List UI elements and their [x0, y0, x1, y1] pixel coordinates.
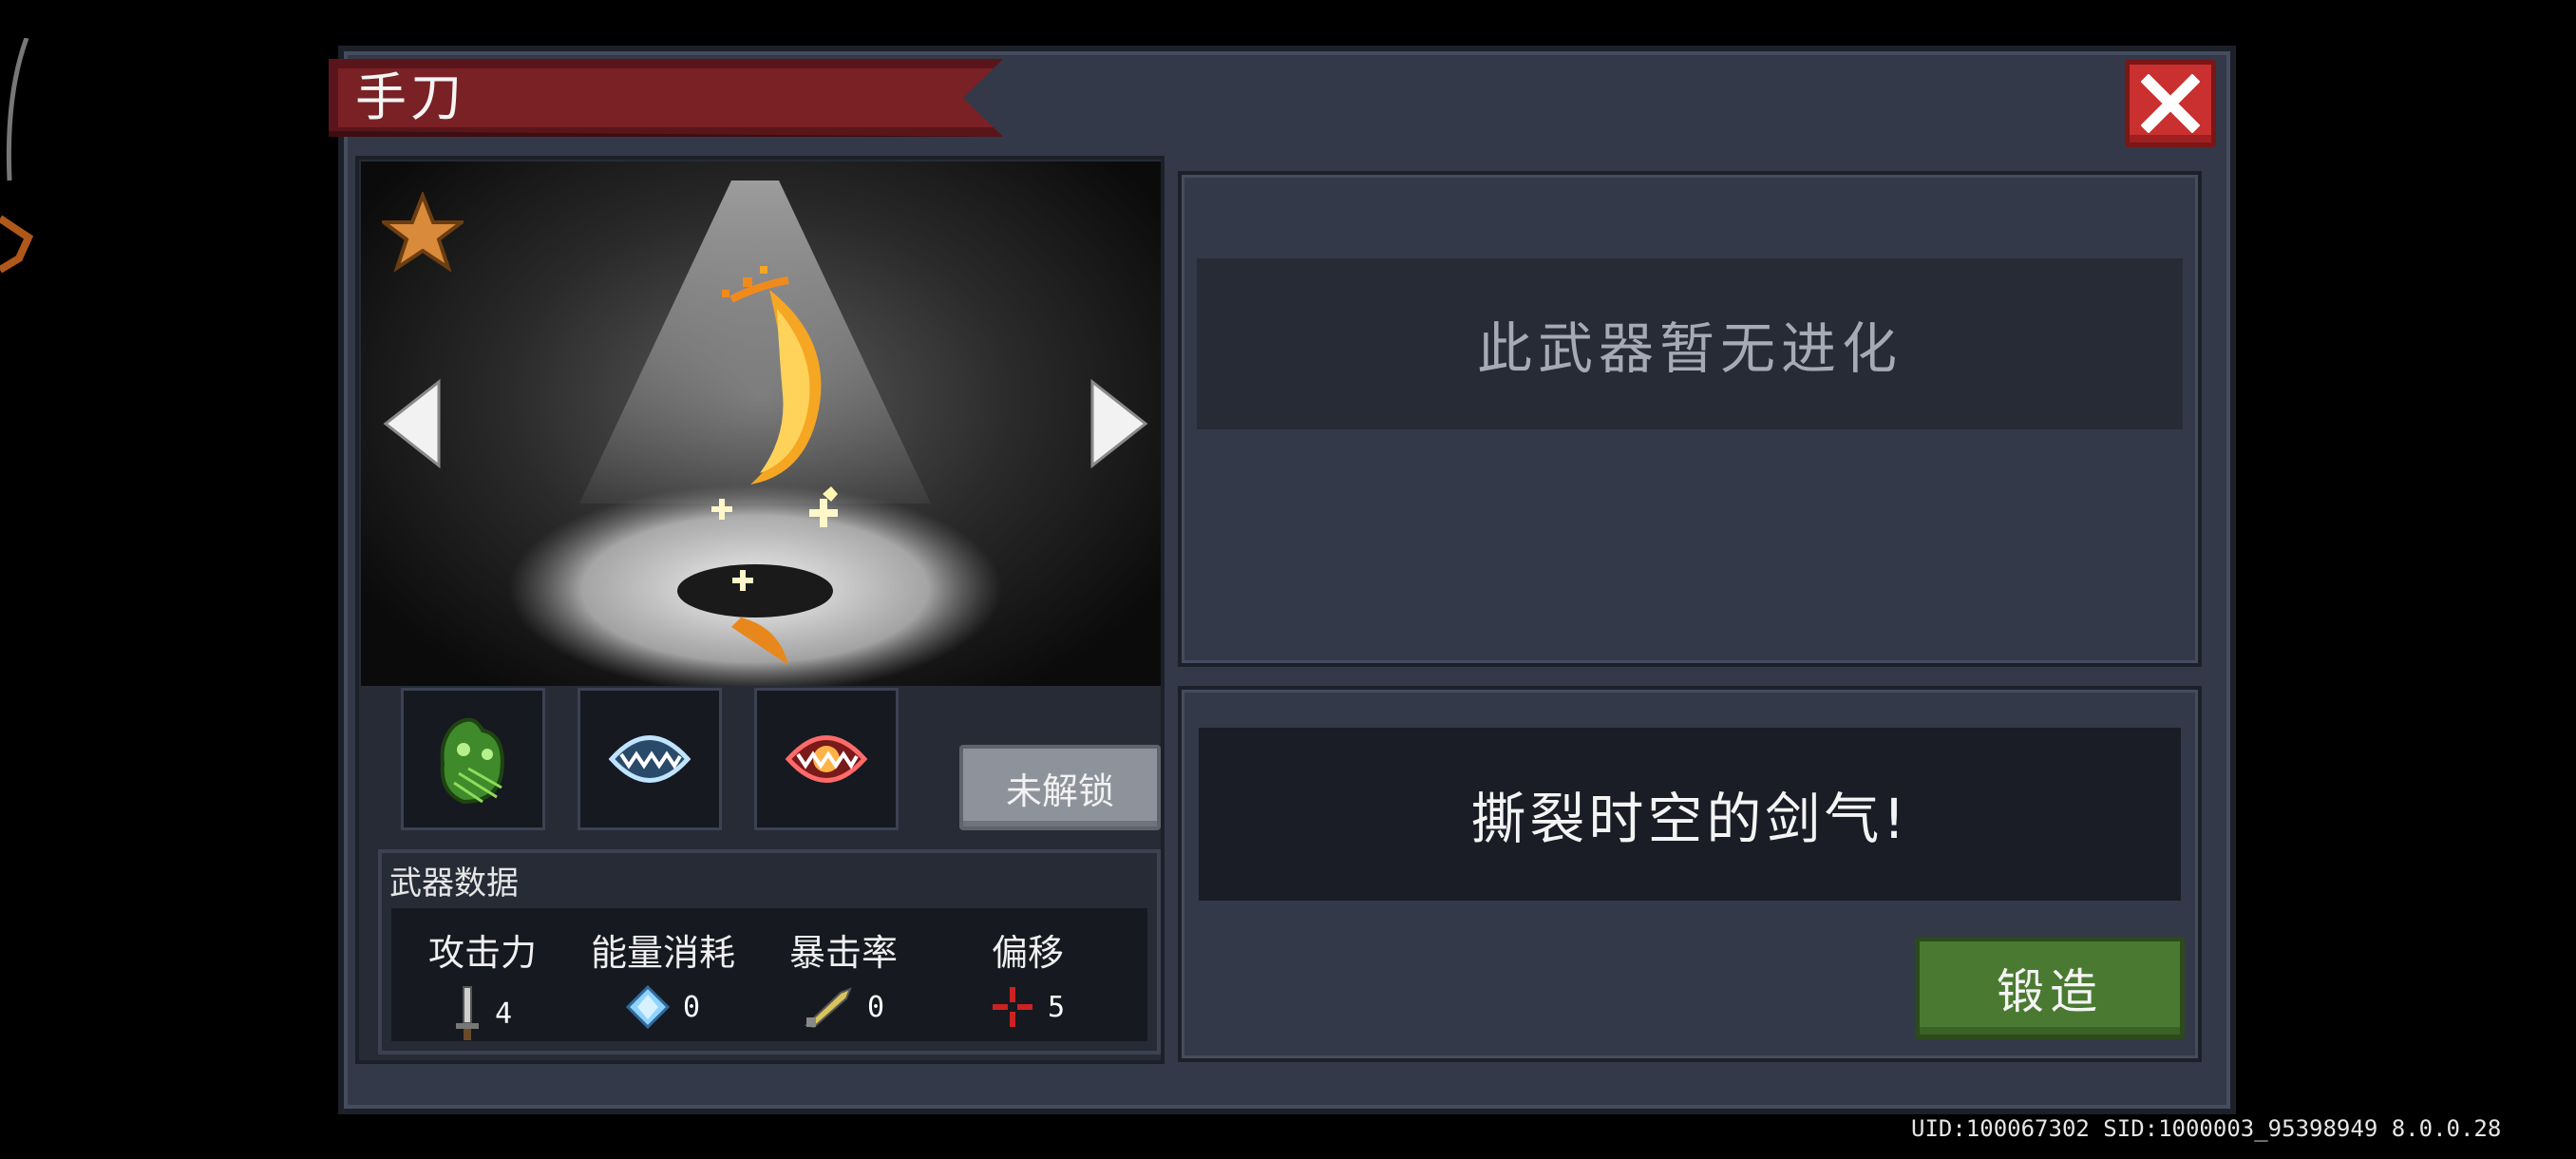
ice-fang-material-icon	[608, 735, 691, 783]
stat-crit-rate: 暴击率 0	[748, 923, 938, 1029]
stat-value: 0	[866, 990, 885, 1024]
user-session-id-text: UID:100067302 SID:1000003_95398949 8.0.0…	[1911, 1115, 2502, 1142]
stat-label: 暴击率	[788, 932, 898, 974]
stats-title: 武器数据	[389, 864, 519, 902]
sword-icon	[455, 986, 479, 1040]
edge-decoration	[0, 38, 34, 274]
green-slime-material-icon	[440, 717, 504, 805]
stat-value: 4	[494, 997, 513, 1031]
favorite-star-icon[interactable]	[382, 192, 464, 272]
unlock-status-button[interactable]: 未解锁	[959, 745, 1161, 830]
close-icon	[2141, 74, 2200, 133]
stat-value: 0	[682, 990, 701, 1024]
evolution-text: 此武器暂无进化	[1197, 258, 2183, 429]
dialog-title: 手刀	[355, 67, 465, 127]
stat-offset: 偏移 5	[933, 923, 1123, 1029]
stat-attack: 攻击力 4	[388, 923, 578, 1042]
prev-weapon-arrow-icon[interactable]	[382, 378, 443, 469]
forge-button[interactable]: 锻造	[1915, 937, 2185, 1039]
stat-label: 攻击力	[427, 932, 537, 974]
material-slot-3[interactable]	[754, 688, 899, 830]
crit-blade-icon	[804, 987, 852, 1029]
next-weapon-arrow-icon[interactable]	[1089, 378, 1149, 469]
material-slot-2[interactable]	[578, 688, 722, 830]
energy-crystal-icon	[625, 985, 670, 1029]
stat-value: 5	[1047, 990, 1066, 1024]
stat-label: 偏移	[991, 932, 1064, 974]
stat-energy-cost: 能量消耗 0	[568, 923, 758, 1029]
material-slot-1[interactable]	[401, 688, 545, 830]
crosshair-icon	[992, 987, 1032, 1027]
stat-label: 能量消耗	[590, 932, 735, 974]
sword-qi-weapon-sprite	[711, 266, 838, 665]
fire-fang-material-icon	[785, 735, 868, 783]
weapon-description: 撕裂时空的剑气!	[1199, 728, 2181, 901]
close-button[interactable]	[2125, 60, 2216, 147]
